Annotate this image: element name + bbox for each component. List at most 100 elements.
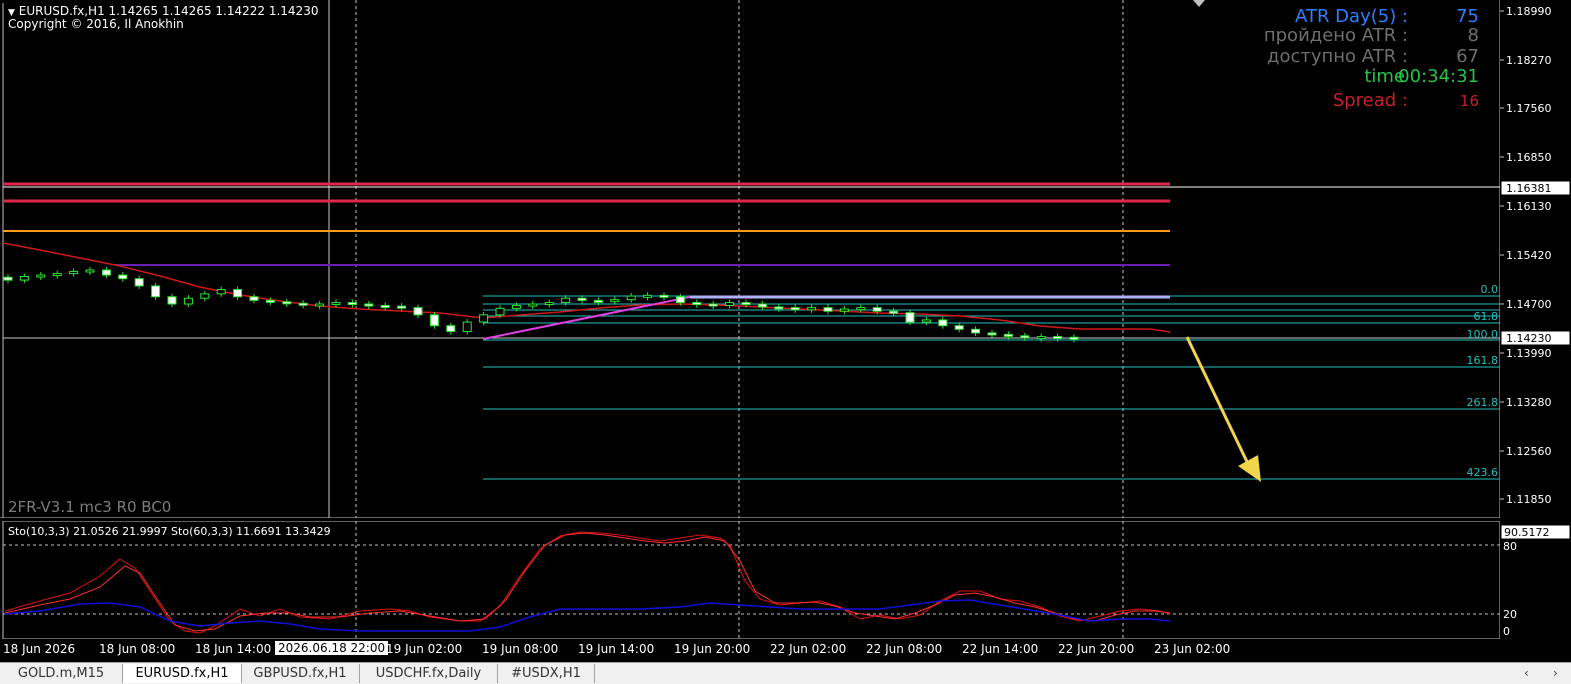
tab-gbpusd[interactable]: GBPUSD.fx,H1 <box>241 664 360 683</box>
candle-body <box>52 273 62 277</box>
indicator-watermark: 2FR-V3.1 mc3 R0 BC0 <box>8 498 172 516</box>
candle-body <box>1020 335 1030 339</box>
candle-body <box>626 295 636 301</box>
atr-passed-label: пройдено ATR : <box>1263 25 1408 46</box>
price-tick-label: 1.18990 <box>1506 5 1552 18</box>
atr-day-label: ATR Day(5) : <box>1295 6 1408 27</box>
price-tick-label: 1.13990 <box>1506 347 1552 360</box>
candle-body <box>151 285 161 298</box>
candle-body <box>19 276 29 281</box>
candle-body <box>528 303 538 307</box>
candle-body <box>889 310 899 314</box>
candle-body <box>200 293 210 299</box>
osc-scale-80: 80 <box>1503 540 1517 553</box>
candle-body <box>692 302 702 306</box>
candle-body <box>134 278 144 287</box>
atr-passed-value: 8 <box>1467 25 1479 46</box>
time-label: 18 Jun 2026 <box>3 642 76 656</box>
candle-body <box>413 307 423 316</box>
tab-eurusd[interactable]: EURUSD.fx,H1 <box>122 664 242 683</box>
candle-body <box>938 319 948 327</box>
candle-body <box>1069 336 1079 340</box>
time-label: 19 Jun 08:00 <box>482 642 559 656</box>
time-label: 23 Jun 02:00 <box>1154 642 1231 656</box>
time-label: 22 Jun 20:00 <box>1058 642 1135 656</box>
chart-window: 0.0 61.8 100.0 161.8 261.8 423.6 ▼ EURUS… <box>0 0 1571 684</box>
candle-body <box>872 307 882 312</box>
candle-body <box>265 299 275 303</box>
time-label: 18 Jun 14:00 <box>195 642 272 656</box>
candle-body <box>216 289 226 295</box>
scroll-left-icon[interactable]: ‹ <box>1524 666 1529 680</box>
candle-body <box>839 308 849 312</box>
candle-body <box>101 269 111 276</box>
candle-body <box>807 307 817 311</box>
candle-body <box>856 307 866 311</box>
tab-gold[interactable]: GOLD.m,M15 <box>0 664 123 683</box>
time-label: 19 Jun 14:00 <box>578 642 655 656</box>
candle-body <box>479 314 489 323</box>
candle-body <box>1053 336 1063 340</box>
candle-body <box>757 303 767 308</box>
osc-scale-20: 20 <box>1503 608 1517 621</box>
fib-label-0: 0.0 <box>1481 283 1499 296</box>
candle-body <box>593 299 603 303</box>
candle-body <box>298 302 308 306</box>
price-axis[interactable]: 1.18990 1.18270 1.17560 1.16850 1.16130 1.154… <box>1500 0 1571 640</box>
candle-body <box>183 297 193 305</box>
spread-label: Spread : <box>1332 90 1408 111</box>
candle-body <box>429 314 439 327</box>
price-tick-label: 1.15420 <box>1506 249 1552 262</box>
candle-body <box>380 304 390 308</box>
chart-tab-bar: GOLD.m,M15 EURUSD.fx,H1 GBPUSD.fx,H1 USD… <box>0 662 1571 684</box>
symbol-ohlc-line: ▼ EURUSD.fx,H1 1.14265 1.14265 1.14222 1… <box>8 4 318 18</box>
candle-body <box>85 269 95 273</box>
candle-body <box>971 328 981 334</box>
candle-body <box>315 303 325 307</box>
spread-value: 16 <box>1459 92 1479 110</box>
candle-body <box>249 296 259 301</box>
candle-body <box>675 296 685 304</box>
stochastic-panel[interactable] <box>0 521 1500 639</box>
candle-body <box>577 297 587 301</box>
candle-body <box>462 321 472 332</box>
candle-body <box>364 303 374 307</box>
symbol-ohlc-text: EURUSD.fx,H1 1.14265 1.14265 1.14222 1.1… <box>18 4 319 18</box>
fib-label-4236: 423.6 <box>1467 466 1499 479</box>
candle-body <box>69 270 79 275</box>
scroll-right-icon[interactable]: › <box>1553 666 1558 680</box>
candle-body <box>167 296 177 305</box>
candle-body <box>987 332 997 336</box>
candle-body <box>446 325 456 332</box>
candle-body <box>1036 336 1046 340</box>
candle-body <box>823 307 833 312</box>
tab-usdchf[interactable]: USDCHF.fx,Daily <box>360 664 498 683</box>
osc-scale-top: 90.5172 <box>1504 526 1550 539</box>
atr-available-value: 67 <box>1456 46 1479 67</box>
fib-label-100: 100.0 <box>1467 328 1499 341</box>
candle-body <box>774 306 784 310</box>
price-tick-label: 1.11850 <box>1506 493 1552 506</box>
time-axis: 18 Jun 2026 18 Jun 08:00 18 Jun 14:00 20… <box>0 640 1571 662</box>
tab-usdx[interactable]: #USDX,H1 <box>498 664 595 683</box>
time-label: 19 Jun 20:00 <box>674 642 751 656</box>
atr-day-value: 75 <box>1456 6 1479 27</box>
candle-body <box>643 294 653 298</box>
candle-body <box>954 325 964 330</box>
price-tick-label: 1.14700 <box>1506 298 1552 311</box>
time-label: 22 Jun 14:00 <box>962 642 1039 656</box>
candle-body <box>921 319 931 323</box>
time-label-highlighted: 2026.06.18 22:00 <box>275 641 389 655</box>
candle-body <box>905 312 915 323</box>
candle-body <box>741 302 751 306</box>
candle-body <box>233 289 243 298</box>
price-chart[interactable]: 0.0 61.8 100.0 161.8 261.8 423.6 <box>0 0 1500 518</box>
price-box-current-label: 1.14230 <box>1506 332 1552 345</box>
price-tick-label: 1.17560 <box>1506 102 1552 115</box>
time-label: 22 Jun 08:00 <box>866 642 943 656</box>
candle-body <box>347 302 357 306</box>
candle-body <box>36 274 46 278</box>
price-tick-label: 1.12560 <box>1506 445 1552 458</box>
candle-body <box>282 301 292 305</box>
candle-body <box>725 302 735 306</box>
